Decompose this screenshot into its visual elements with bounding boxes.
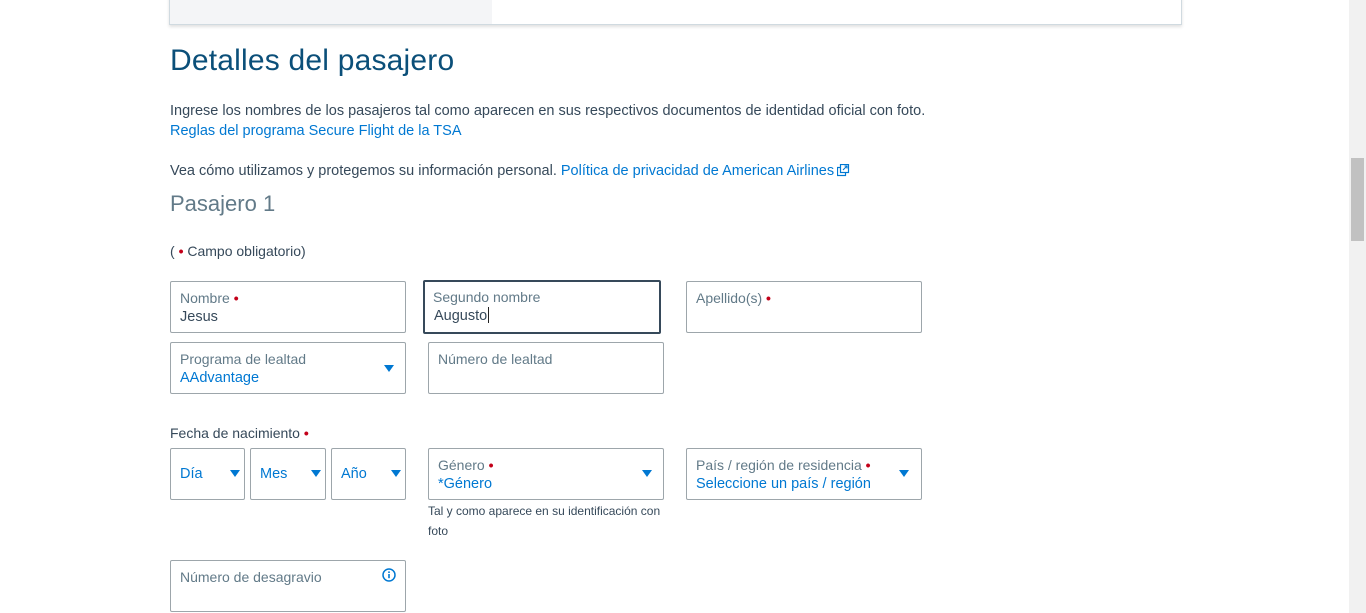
required-note-open: ( (170, 243, 175, 259)
first-name-field[interactable]: Nombre • Jesus (170, 281, 406, 333)
previous-section-card-left (170, 0, 492, 24)
redress-number-field[interactable]: Número de desagravio (170, 560, 406, 612)
tsa-rules-link[interactable]: Reglas del programa Secure Flight de la … (170, 121, 462, 141)
loyalty-number-label: Número de lealtad (438, 351, 553, 367)
chevron-down-icon (230, 470, 240, 477)
chevron-down-icon (899, 470, 909, 477)
loyalty-number-field[interactable]: Número de lealtad (428, 342, 664, 394)
required-note: ( • Campo obligatorio) (170, 241, 306, 261)
middle-name-label: Segundo nombre (433, 289, 541, 305)
redress-number-label: Número de desagravio (180, 569, 322, 585)
info-icon[interactable] (382, 568, 396, 587)
country-select[interactable]: País / región de residencia • Seleccione… (686, 448, 922, 500)
gender-label: Género • (438, 457, 494, 473)
previous-section-card (169, 0, 1182, 25)
last-name-label: Apellido(s) • (696, 290, 771, 306)
passenger-heading: Pasajero 1 (170, 191, 276, 216)
loyalty-program-value: AAdvantage (180, 370, 260, 386)
country-label: País / región de residencia • (696, 457, 871, 473)
loyalty-program-label: Programa de lealtad (180, 351, 307, 367)
chevron-down-icon (642, 470, 652, 477)
chevron-down-icon (311, 470, 321, 477)
middle-name-value: Augusto (434, 307, 490, 324)
privacy-policy-link-label: Política de privacidad de American Airli… (560, 163, 835, 179)
instructions-text: Ingrese los nombres de los pasajeros tal… (170, 103, 926, 119)
dob-month-value: Mes (260, 466, 288, 482)
dob-month-select[interactable]: Mes (250, 448, 326, 500)
page-title: Detalles del pasajero (170, 44, 455, 77)
required-note-text: Campo obligatorio) (187, 243, 306, 259)
chevron-down-icon (391, 470, 401, 477)
middle-name-field[interactable]: Segundo nombre Augusto (423, 280, 661, 334)
gender-helper-text: Tal y como aparece en su identificación … (428, 504, 661, 538)
gender-select[interactable]: Género • *Género (428, 448, 664, 500)
country-value: Seleccione un país / región (696, 476, 871, 492)
dob-label: Fecha de nacimiento • (170, 425, 309, 441)
privacy-text: Vea cómo utilizamos y protegemos su info… (170, 163, 557, 179)
scrollbar-thumb[interactable] (1351, 158, 1364, 241)
required-dot: • (178, 243, 184, 259)
dob-year-select[interactable]: Año (331, 448, 406, 500)
dob-day-select[interactable]: Día (170, 448, 245, 500)
privacy-policy-link[interactable]: Política de privacidad de American Airli… (561, 163, 850, 179)
gender-value: *Género (438, 476, 493, 492)
page: Detalles del pasajero Ingrese los nombre… (0, 0, 1366, 613)
dob-day-value: Día (180, 466, 203, 482)
dob-year-value: Año (341, 466, 367, 482)
privacy-line: Vea cómo utilizamos y protegemos su info… (170, 161, 850, 183)
chevron-down-icon (384, 365, 394, 372)
loyalty-program-select[interactable]: Programa de lealtad AAdvantage (170, 342, 406, 394)
first-name-value: Jesus (180, 309, 218, 325)
external-link-icon (837, 163, 850, 183)
last-name-field[interactable]: Apellido(s) • (686, 281, 922, 333)
text-caret (488, 307, 490, 323)
page-scrollbar[interactable] (1349, 0, 1366, 613)
first-name-label: Nombre • (180, 290, 239, 306)
